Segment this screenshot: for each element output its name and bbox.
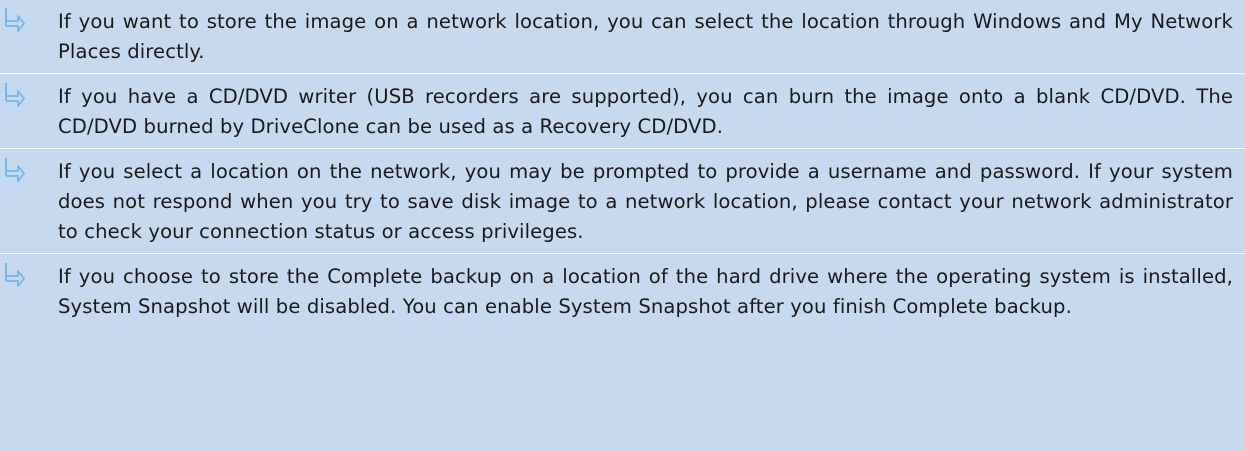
note-item: If you want to store the image on a netw… — [0, 7, 1245, 75]
turn-right-arrow-icon — [3, 157, 25, 183]
notes-list: If you want to store the image on a netw… — [0, 0, 1245, 451]
note-item: If you have a CD/DVD writer (USB recorde… — [0, 82, 1245, 150]
note-text: If you want to store the image on a netw… — [58, 10, 1233, 63]
turn-right-arrow-icon — [3, 7, 25, 33]
note-item: If you choose to store the Complete back… — [0, 262, 1245, 328]
note-text: If you select a location on the network,… — [58, 160, 1233, 243]
note-item: If you select a location on the network,… — [0, 157, 1245, 255]
turn-right-arrow-icon — [3, 262, 25, 288]
turn-right-arrow-icon — [3, 82, 25, 108]
note-text: If you have a CD/DVD writer (USB recorde… — [58, 85, 1233, 138]
note-text: If you choose to store the Complete back… — [58, 265, 1233, 318]
